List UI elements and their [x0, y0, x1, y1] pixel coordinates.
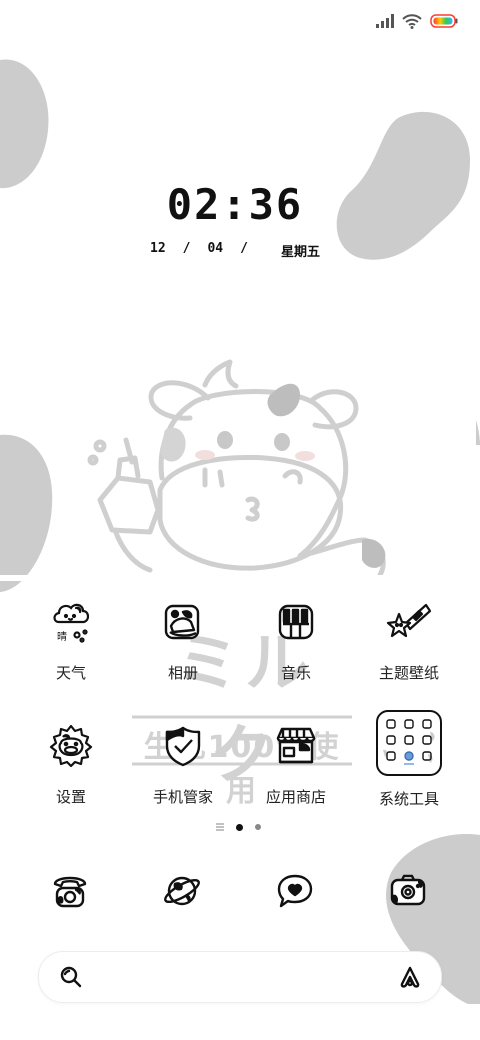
system-tools-folder-icon	[376, 710, 442, 776]
app-label: 音乐	[280, 664, 311, 682]
wifi-icon	[402, 13, 422, 29]
assistant-icon[interactable]	[397, 965, 423, 989]
settings-gear-icon	[45, 720, 97, 772]
search-bar[interactable]	[38, 951, 442, 1003]
themes-star-icon	[383, 596, 435, 648]
lock-clock-time[interactable]: 02:36	[130, 180, 340, 229]
phone-icon	[53, 876, 87, 908]
camera-icon	[390, 874, 426, 906]
status-bar	[376, 10, 458, 32]
search-icon[interactable]	[59, 965, 83, 989]
cow-illustration	[87, 359, 386, 578]
app-settings[interactable]: 设置	[15, 720, 127, 807]
app-label: 应用商店	[265, 788, 326, 806]
app-label: 相册	[167, 664, 198, 682]
app-store[interactable]: 应用商店	[240, 720, 352, 807]
dock-camera[interactable]	[382, 865, 434, 917]
music-icon	[270, 596, 322, 648]
gallery-icon	[157, 596, 209, 648]
cow-spot-top-right	[336, 111, 470, 260]
date-weekday: 星期五	[280, 245, 320, 260]
browser-planet-icon	[164, 876, 200, 906]
app-label: 系统工具	[378, 790, 439, 808]
lock-clock-date[interactable]: 12 / 04 / 星期五	[150, 241, 320, 260]
date-month: 12	[150, 241, 166, 256]
page-dot[interactable]	[255, 824, 261, 830]
svg-text:晴: 晴	[57, 630, 67, 643]
date-day: 04	[207, 241, 224, 256]
app-themes[interactable]: 主题壁纸	[353, 596, 465, 683]
cow-spot-top-left	[0, 59, 49, 189]
app-music[interactable]: 音乐	[240, 596, 352, 683]
app-label: 主题壁纸	[378, 664, 439, 682]
app-store-icon	[270, 720, 322, 772]
signal-icon	[376, 14, 394, 28]
dock-messages[interactable]	[269, 865, 321, 917]
battery-icon	[430, 14, 458, 28]
app-gallery[interactable]: 相册	[127, 596, 239, 683]
date-separator: /	[182, 241, 191, 256]
page-dot-active[interactable]	[236, 823, 243, 831]
messages-heart-icon	[277, 874, 313, 908]
date-separator: /	[240, 241, 248, 256]
weather-cloud-icon: 晴	[45, 596, 97, 648]
app-label: 设置	[55, 788, 86, 806]
security-shield-icon	[157, 720, 209, 772]
page-indicator	[216, 823, 261, 831]
cow-spot-mid-left	[0, 434, 53, 592]
dock-phone[interactable]	[44, 865, 96, 917]
app-label: 天气	[55, 664, 86, 682]
app-label: 手机管家	[152, 788, 213, 806]
dock-browser[interactable]	[156, 865, 208, 917]
app-security[interactable]: 手机管家	[127, 720, 239, 807]
app-system-tools-folder[interactable]: 系统工具	[353, 708, 465, 809]
page-indicator-menu-icon[interactable]	[216, 823, 224, 831]
app-weather[interactable]: 晴 天气	[15, 596, 127, 683]
